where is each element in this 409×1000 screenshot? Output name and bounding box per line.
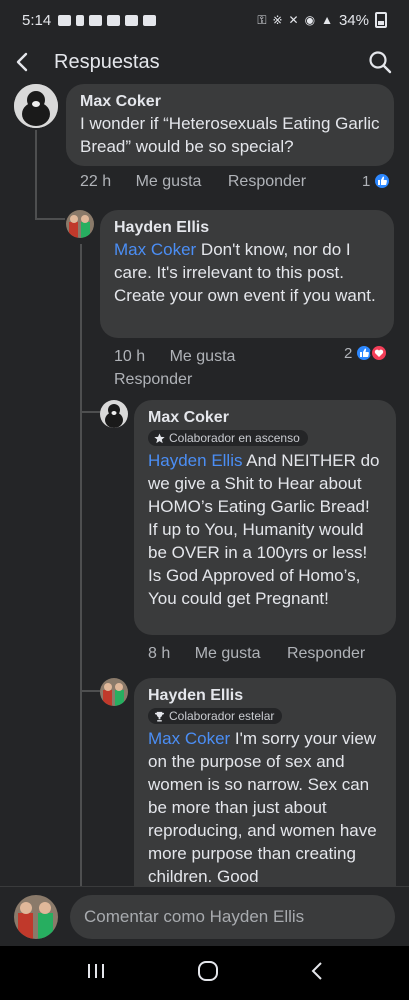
contributor-badge: Colaborador en ascenso xyxy=(148,430,308,446)
thread-line xyxy=(80,690,100,692)
comment-bubble[interactable]: Max Coker I wonder if “Heterosexuals Eat… xyxy=(66,84,394,166)
youtube-notification-icon xyxy=(58,14,72,26)
comment-time: 8 h xyxy=(148,645,171,662)
love-reaction-icon xyxy=(370,344,389,362)
mention-link[interactable]: Max Coker xyxy=(148,729,230,748)
battery-icon xyxy=(375,12,387,28)
comment-author[interactable]: Max Coker xyxy=(80,92,380,112)
mention-link[interactable]: Hayden Ellis xyxy=(148,451,243,470)
comment-bubble[interactable]: Max Coker Colaborador en ascenso Hayden … xyxy=(134,400,396,635)
avatar[interactable] xyxy=(14,84,58,128)
like-button[interactable]: Me gusta xyxy=(170,345,236,368)
comment-bubble[interactable]: Hayden Ellis Colaborador estelar Max Cok… xyxy=(134,678,396,886)
comment-time: 10 h xyxy=(114,348,146,365)
nav-back-icon[interactable] xyxy=(310,961,324,986)
contributor-badge: Colaborador estelar xyxy=(148,708,283,724)
comment-body: And NEITHER do we give a Shit to Hear ab… xyxy=(148,451,380,608)
recent-apps-icon[interactable] xyxy=(86,962,106,985)
reaction-summary[interactable]: 1 xyxy=(362,172,392,190)
avatar[interactable] xyxy=(66,210,94,238)
mention-link[interactable]: Max Coker xyxy=(114,240,196,259)
comment-time: 22 h xyxy=(80,173,112,190)
comment-author[interactable]: Max Coker xyxy=(148,408,382,428)
battery-percent: 34% xyxy=(338,11,369,29)
page-title: Respuestas xyxy=(54,50,160,73)
youtube-notification-icon xyxy=(107,14,121,26)
youtube-notification-icon xyxy=(143,14,157,26)
comment-composer: Comentar como Hayden Ellis xyxy=(0,886,409,946)
bluetooth-icon: ※ xyxy=(272,13,283,27)
avatar xyxy=(14,894,58,939)
comment-body: I'm sorry your view on the purpose of se… xyxy=(148,729,377,886)
thread-line xyxy=(35,218,65,220)
like-reaction-icon xyxy=(373,172,392,190)
reply-button[interactable]: Responder xyxy=(287,645,365,663)
reply-button[interactable]: Responder xyxy=(114,368,192,391)
like-button[interactable]: Me gusta xyxy=(195,645,261,663)
wifi-icon: ◉ xyxy=(304,13,316,27)
signal-icon: ▲ xyxy=(321,13,333,27)
thread-line xyxy=(80,244,82,886)
badge-label: Colaborador estelar xyxy=(169,709,275,723)
comment-text: Max Coker Don't know, nor do I care. It'… xyxy=(114,238,380,307)
home-icon[interactable] xyxy=(197,960,219,987)
mute-icon: ✕ xyxy=(288,13,299,27)
comment-text: Hayden Ellis And NEITHER do we give a Sh… xyxy=(148,449,382,610)
reaction-count: 2 xyxy=(344,344,353,362)
comment-actions: 10 h Me gusta Responder xyxy=(114,345,334,391)
comment-bubble[interactable]: Hayden Ellis Max Coker Don't know, nor d… xyxy=(100,210,394,338)
thread-line xyxy=(35,130,37,220)
status-time: 5:14 xyxy=(22,11,52,29)
search-icon[interactable] xyxy=(367,49,393,75)
system-nav-bar xyxy=(0,946,409,1000)
thread-line xyxy=(80,411,100,413)
reply-button[interactable]: Responder xyxy=(228,173,306,191)
star-badge-icon xyxy=(154,432,165,443)
comment-author[interactable]: Hayden Ellis xyxy=(114,218,380,238)
status-left: 5:14 xyxy=(22,11,157,29)
badge-label: Colaborador en ascenso xyxy=(169,431,300,445)
alert-notification-icon xyxy=(76,14,85,26)
comment-input-placeholder: Comentar como Hayden Ellis xyxy=(84,906,305,926)
status-bar: 5:14 ⚿ ※ ✕ ◉ ▲ 34% xyxy=(0,0,409,40)
back-arrow-icon[interactable] xyxy=(16,51,36,73)
comment-thread[interactable]: Max Coker I wonder if “Heterosexuals Eat… xyxy=(0,84,409,886)
trophy-badge-icon xyxy=(154,711,165,722)
key-icon: ⚿ xyxy=(257,12,267,27)
reaction-summary[interactable]: 2 xyxy=(344,344,389,362)
reaction-count: 1 xyxy=(362,172,371,190)
avatar[interactable] xyxy=(100,400,128,428)
comment-text: Max Coker I'm sorry your view on the pur… xyxy=(148,727,382,886)
comment-author[interactable]: Hayden Ellis xyxy=(148,686,382,706)
like-button[interactable]: Me gusta xyxy=(136,173,202,191)
avatar[interactable] xyxy=(100,678,128,706)
youtube-notification-icon xyxy=(125,14,139,26)
status-right: ⚿ ※ ✕ ◉ ▲ 34% xyxy=(257,12,387,29)
header: Respuestas xyxy=(0,40,409,84)
comment-actions: 8 h Me gusta Responder xyxy=(148,645,365,663)
app-notification-icon xyxy=(89,14,103,26)
comment-input[interactable]: Comentar como Hayden Ellis xyxy=(70,894,395,939)
comment-text: I wonder if “Heterosexuals Eating Garlic… xyxy=(80,114,380,156)
comment-actions: 22 h Me gusta Responder xyxy=(80,173,306,191)
